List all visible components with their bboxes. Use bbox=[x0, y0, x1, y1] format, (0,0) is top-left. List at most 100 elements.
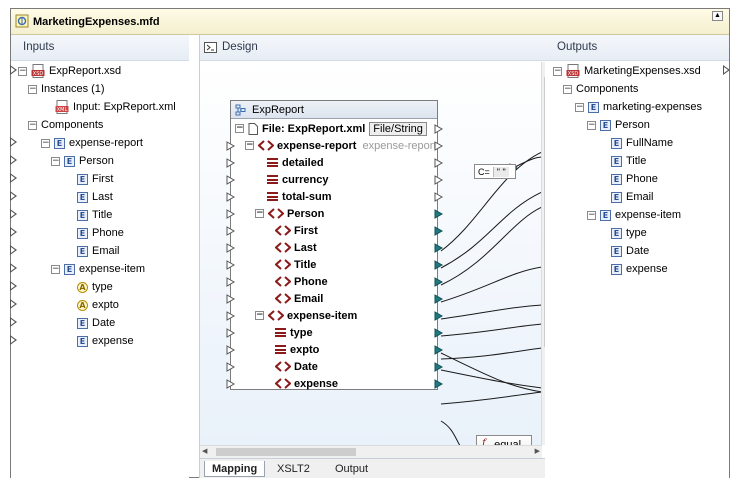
element-icon: E bbox=[611, 227, 622, 239]
tree-item-output-components[interactable]: − Components bbox=[563, 80, 638, 98]
collapse-icon[interactable]: − bbox=[575, 102, 584, 112]
tree-item-output-type[interactable]: Etype bbox=[611, 224, 647, 242]
tree-item-output-schema[interactable]: − XSD MarketingExpenses.xsd bbox=[553, 62, 701, 80]
element-icon: E bbox=[54, 137, 65, 149]
scroll-right-icon[interactable]: ▶ bbox=[529, 446, 540, 458]
tree-item-type[interactable]: Atype bbox=[77, 278, 113, 296]
tree-item-expense-report[interactable]: − E expense-report bbox=[41, 134, 143, 152]
equal-function-header[interactable]: fx equal bbox=[477, 436, 531, 445]
xsd-schema-icon: XSD bbox=[566, 64, 580, 78]
element-icon: E bbox=[611, 155, 622, 167]
mapping-canvas[interactable]: ExpReport − File: ExpReport.xml File/Str… bbox=[200, 62, 542, 445]
mapforce-file-icon bbox=[15, 14, 29, 28]
outputs-panel: Outputs − XSD MarketingExpenses.xsd − Co… bbox=[545, 35, 730, 478]
tree-item-instance-file[interactable]: XML Input: ExpReport.xml bbox=[55, 98, 176, 116]
svg-text:XSD: XSD bbox=[568, 71, 579, 77]
horizontal-scroll-thumb[interactable] bbox=[216, 448, 356, 456]
inputs-header: Inputs bbox=[11, 35, 189, 61]
element-icon: E bbox=[611, 173, 622, 185]
connector-port-icon[interactable] bbox=[10, 209, 17, 219]
connector-port-icon[interactable] bbox=[10, 227, 17, 237]
equal-function-component[interactable]: fx equal a bbox=[476, 435, 532, 445]
element-icon: E bbox=[77, 227, 88, 239]
tree-item-fullname[interactable]: E FullName bbox=[611, 134, 673, 152]
connector-port-icon[interactable] bbox=[10, 191, 17, 201]
element-icon: E bbox=[77, 209, 88, 221]
connector-port-icon[interactable] bbox=[10, 173, 17, 183]
outputs-header: Outputs bbox=[545, 35, 729, 61]
collapse-icon[interactable]: − bbox=[28, 120, 37, 130]
tree-item-first[interactable]: E First bbox=[77, 170, 113, 188]
connector-port-icon[interactable] bbox=[10, 299, 17, 309]
tree-item-components[interactable]: − Components bbox=[28, 116, 103, 134]
tree-item-output-title[interactable]: E Title bbox=[611, 152, 646, 170]
element-icon: E bbox=[64, 263, 75, 275]
tree-item-expto[interactable]: Aexpto bbox=[77, 296, 119, 314]
design-panel: Design ExpReport − File: ExpReport.xml F… bbox=[199, 35, 555, 478]
svg-text:XSD: XSD bbox=[33, 71, 44, 77]
tree-item-email[interactable]: E Email bbox=[77, 242, 120, 260]
tree-item-schema[interactable]: − XSD ExpReport.xsd bbox=[18, 62, 121, 80]
tab-mapping[interactable]: Mapping bbox=[204, 461, 266, 477]
connector-port-icon[interactable] bbox=[723, 65, 730, 75]
tree-item-last[interactable]: E Last bbox=[77, 188, 113, 206]
connector-port-icon[interactable] bbox=[10, 137, 17, 147]
inputs-panel: Inputs − XSD ExpReport.xsd − Instances (… bbox=[10, 35, 189, 478]
design-view-icon bbox=[204, 42, 217, 53]
collapse-window-button[interactable]: ▲ bbox=[712, 11, 723, 21]
tree-item-output-expense[interactable]: Eexpense bbox=[611, 260, 668, 278]
collapse-icon[interactable]: − bbox=[587, 120, 596, 130]
design-horizontal-scrollbar[interactable]: ◀ ▶ bbox=[200, 445, 542, 458]
element-icon: E bbox=[77, 335, 88, 347]
tab-xslt2[interactable]: XSLT2 bbox=[270, 461, 317, 477]
collapse-icon[interactable]: − bbox=[18, 66, 27, 76]
collapse-icon[interactable]: − bbox=[51, 156, 60, 166]
tree-item-output-expense-item[interactable]: − E expense-item bbox=[587, 206, 681, 224]
element-icon: E bbox=[588, 101, 599, 113]
tree-item-marketing-expenses[interactable]: − E marketing-expenses bbox=[575, 98, 702, 116]
connector-port-icon[interactable] bbox=[10, 65, 17, 75]
mapping-window: MarketingExpenses.mfd ▲ Inputs − XSD Exp… bbox=[10, 8, 730, 478]
tree-item-output-date[interactable]: E Date bbox=[611, 242, 649, 260]
tree-item-person[interactable]: − E Person bbox=[51, 152, 114, 170]
tab-output[interactable]: Output bbox=[328, 461, 375, 477]
tree-item-phone[interactable]: E Phone bbox=[77, 224, 124, 242]
element-icon: E bbox=[64, 155, 75, 167]
element-icon: E bbox=[611, 245, 622, 257]
tree-item-title[interactable]: E Title bbox=[77, 206, 112, 224]
tree-item-expense[interactable]: Eexpense bbox=[77, 332, 134, 350]
tree-item-output-email[interactable]: E Email bbox=[611, 188, 654, 206]
component-ports bbox=[226, 124, 519, 389]
connector-port-icon[interactable] bbox=[10, 263, 17, 273]
element-icon: E bbox=[600, 209, 611, 221]
attribute-icon: A bbox=[77, 281, 88, 293]
collapse-icon[interactable]: − bbox=[28, 84, 37, 94]
collapse-icon[interactable]: − bbox=[51, 264, 60, 274]
collapse-icon[interactable]: − bbox=[553, 66, 562, 76]
connector-port-icon[interactable] bbox=[10, 245, 17, 255]
window-title: MarketingExpenses.mfd bbox=[33, 16, 160, 28]
connector-port-icon[interactable] bbox=[10, 335, 17, 345]
connector-port-icon[interactable] bbox=[10, 281, 17, 291]
element-icon: E bbox=[77, 173, 88, 185]
element-icon: E bbox=[77, 245, 88, 257]
design-header: Design bbox=[200, 35, 554, 61]
tree-item-date[interactable]: E Date bbox=[77, 314, 115, 332]
constant-component[interactable]: C= " " bbox=[474, 164, 516, 179]
xsd-schema-icon: XSD bbox=[31, 64, 45, 78]
tree-item-output-person[interactable]: − E Person bbox=[587, 116, 650, 134]
collapse-icon[interactable]: − bbox=[563, 84, 572, 94]
connector-port-icon[interactable] bbox=[10, 317, 17, 327]
view-tabs: Mapping XSLT2 Output bbox=[200, 458, 555, 478]
connector-port-icon[interactable] bbox=[10, 155, 17, 165]
collapse-icon[interactable]: − bbox=[41, 138, 50, 148]
function-icon: fx bbox=[482, 438, 489, 445]
tree-item-instances[interactable]: − Instances (1) bbox=[28, 80, 105, 98]
scroll-left-icon[interactable]: ◀ bbox=[202, 446, 213, 458]
element-icon: E bbox=[600, 119, 611, 131]
element-icon: E bbox=[611, 191, 622, 203]
collapse-icon[interactable]: − bbox=[587, 210, 596, 220]
tree-item-output-phone[interactable]: E Phone bbox=[611, 170, 658, 188]
tree-item-expense-item[interactable]: − E expense-item bbox=[51, 260, 145, 278]
xml-file-icon: XML bbox=[55, 100, 69, 114]
